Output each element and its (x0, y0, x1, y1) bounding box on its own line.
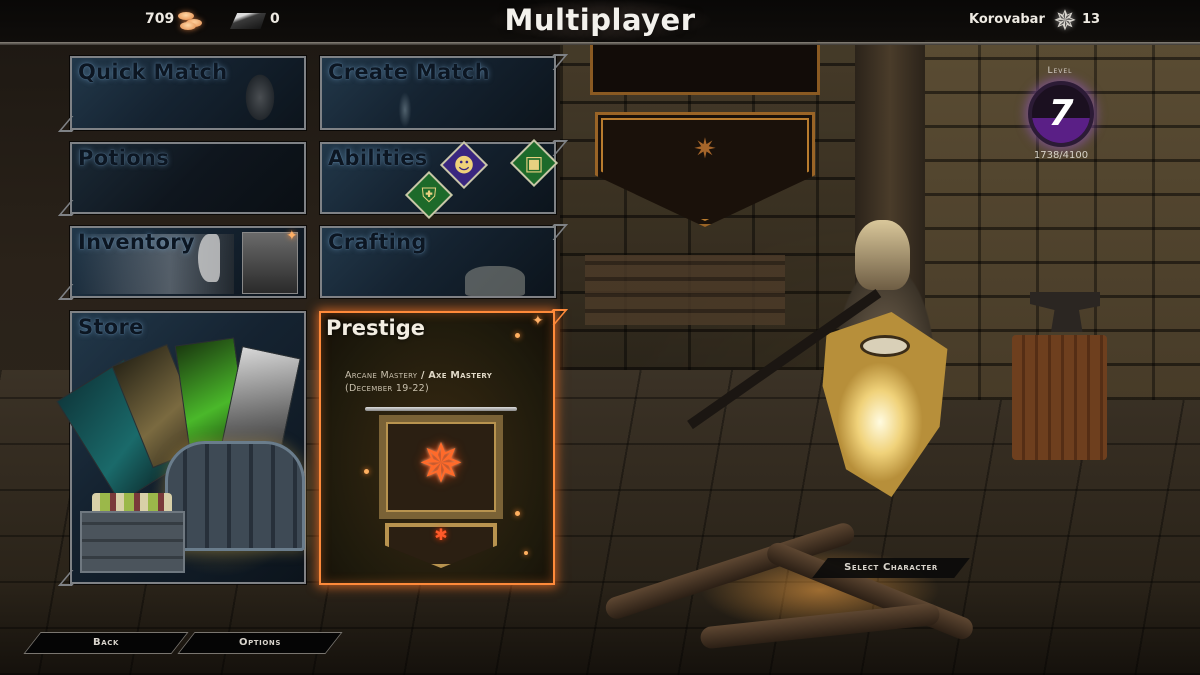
tile-crafting[interactable]: Crafting (320, 224, 568, 298)
options-button-label: Options (238, 637, 282, 648)
tile-create-match[interactable]: Create Match (320, 54, 568, 130)
prestige-title: Prestige (326, 316, 426, 340)
select-character-button[interactable]: Select Character (820, 558, 962, 578)
prestige-mastery-axe: Axe Mastery (428, 370, 493, 381)
new-item-sparkle-icon: ✦ (286, 228, 298, 244)
ember-dot (515, 333, 520, 338)
options-button[interactable]: Options (186, 632, 334, 654)
prestige-date-range: (December 19-22) (345, 383, 430, 394)
tile-label: Crafting (328, 230, 427, 254)
sword-shield-ability-icon: ⛨ (421, 183, 437, 207)
sparkle-icon: ✦ (532, 313, 544, 329)
tile-prestige[interactable]: Prestige ✦ Arcane Mastery / Axe Mastery … (319, 309, 568, 585)
tile-label: Abilities (328, 146, 428, 170)
platinum-count: 0 (270, 11, 280, 27)
tile-label: Inventory (78, 230, 195, 254)
tile-quick-match[interactable]: Quick Match (58, 56, 306, 132)
top-bar: Multiplayer 709 0 Korovabar ✵ 13 (0, 0, 1200, 42)
prestige-banner: ✵ (379, 415, 503, 519)
top-bar-divider (0, 42, 1200, 45)
experience-readout: 1738/4100 (1033, 150, 1089, 161)
page-title: Multiplayer (504, 3, 696, 37)
gold-count: 709 (145, 11, 175, 27)
prestige-mastery-arcane: Arcane Mastery (345, 370, 418, 381)
tile-inventory[interactable]: ✦ Inventory (58, 226, 306, 300)
back-button[interactable]: Back (32, 632, 180, 654)
ember-dot (364, 469, 369, 474)
tile-potions[interactable]: Potions (58, 142, 306, 216)
tile-store[interactable]: Store (56, 311, 306, 586)
level-badge: 7 (1028, 81, 1094, 147)
ember-dot (515, 511, 520, 516)
tile-label: Quick Match (78, 60, 228, 84)
back-button-label: Back (92, 637, 119, 648)
hanging-banner-upper (590, 40, 820, 95)
character-helmet (855, 220, 910, 290)
prestige-separator: / (417, 370, 429, 381)
ingot-icon (230, 13, 266, 29)
player-name: Korovabar (969, 12, 1045, 27)
tile-abilities[interactable]: Abilities ☻ ▣ ⛨ (320, 138, 568, 220)
fortify-ability-icon: ▣ (524, 151, 544, 175)
banner-rod (365, 407, 517, 411)
ember-dot (524, 551, 528, 555)
tile-label: Store (78, 315, 144, 339)
select-character-label: Select Character (844, 562, 938, 573)
banner-eye-icon: ✷ (693, 132, 717, 165)
level-value: 7 (1048, 93, 1074, 134)
tile-label: Potions (78, 146, 170, 170)
small-sigil-icon: ✱ (434, 525, 448, 544)
shield-eye-emblem (860, 335, 910, 357)
inquisition-sunburst-icon: ✵ (418, 432, 464, 495)
prestige-mastery-line: Arcane Mastery / Axe Mastery (319, 369, 555, 382)
tile-label: Create Match (328, 60, 490, 84)
promotion-rank: 13 (1082, 12, 1101, 27)
potion-crate-art (80, 511, 185, 573)
coins-icon (176, 12, 204, 32)
level-label: Level (1047, 66, 1073, 76)
treasure-chest-art (165, 441, 305, 551)
wooden-bench (585, 255, 785, 325)
inquisition-sigil-icon: ✵ (1053, 4, 1077, 37)
anvil-stump (1012, 335, 1107, 460)
